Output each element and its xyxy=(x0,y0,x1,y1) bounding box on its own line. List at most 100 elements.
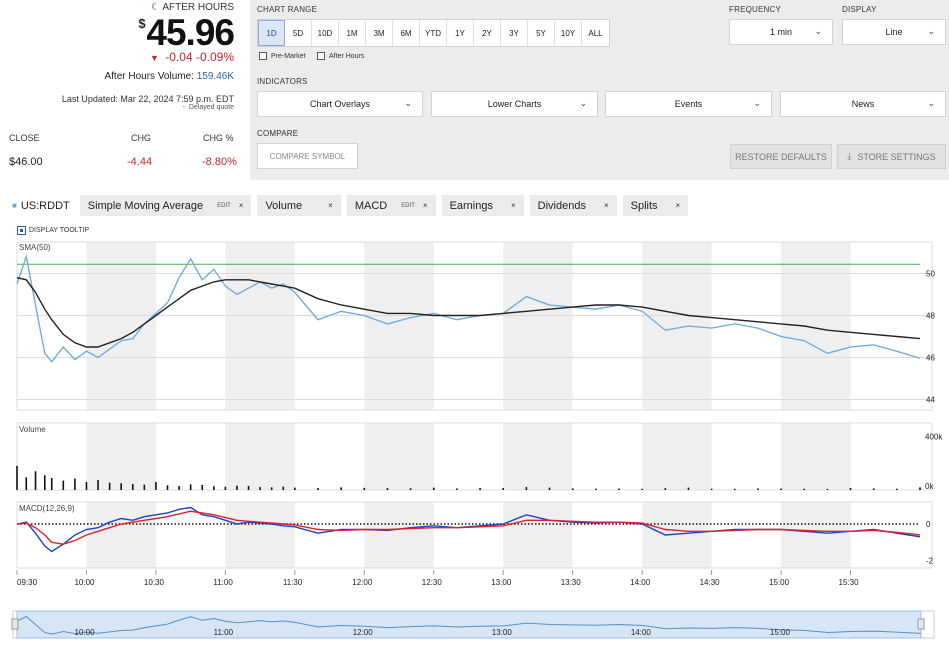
volume-bar xyxy=(50,477,53,490)
volume-bar xyxy=(757,488,759,490)
volume-bar xyxy=(456,488,458,490)
navigator-tick-label: 15:00 xyxy=(770,628,791,637)
x-tick-label: 15:00 xyxy=(769,578,790,587)
time-band xyxy=(364,423,434,490)
volume-bar xyxy=(120,483,122,490)
volume-bar xyxy=(525,487,528,490)
volume-bar xyxy=(548,487,551,490)
volume-bar xyxy=(25,477,28,490)
volume-bar xyxy=(618,488,620,490)
volume-bar xyxy=(687,487,690,490)
volume-tick-label: 400k xyxy=(925,432,943,441)
volume-bar xyxy=(34,471,37,490)
time-band xyxy=(781,423,851,490)
time-band xyxy=(642,502,712,568)
navigator-tick-label: 11:00 xyxy=(214,628,234,637)
volume-bar xyxy=(363,487,366,490)
volume-bar xyxy=(733,488,736,490)
time-band xyxy=(86,502,156,568)
time-band xyxy=(225,423,295,490)
volume-bar xyxy=(432,487,435,490)
volume-bar xyxy=(826,488,829,490)
volume-bar xyxy=(294,487,296,490)
volume-bar xyxy=(849,487,852,490)
time-band xyxy=(86,423,156,490)
volume-bar xyxy=(502,488,505,490)
volume-bar xyxy=(664,488,667,490)
x-tick-label: 09:30 xyxy=(17,578,38,587)
volume-bar xyxy=(74,478,76,490)
time-band xyxy=(364,242,434,410)
volume-bar xyxy=(213,486,215,490)
volume-bar xyxy=(155,481,157,490)
volume-bar xyxy=(201,484,204,490)
time-band xyxy=(86,242,156,410)
volume-bar xyxy=(803,488,806,490)
time-band xyxy=(503,502,573,568)
time-band xyxy=(225,502,295,568)
volume-bar xyxy=(710,488,713,490)
volume-bar xyxy=(189,484,192,490)
volume-bar xyxy=(919,487,921,490)
volume-bar xyxy=(143,484,146,490)
x-tick-label: 11:00 xyxy=(213,578,233,587)
time-band xyxy=(364,502,434,568)
navigator-tick-label: 13:00 xyxy=(492,628,513,637)
x-tick-label: 10:30 xyxy=(144,578,165,587)
volume-bar xyxy=(97,479,99,490)
x-tick-label: 12:30 xyxy=(422,578,443,587)
volume-bar xyxy=(178,485,180,490)
volume-bar xyxy=(340,487,342,490)
volume-bar xyxy=(43,475,46,490)
macd-panel-label: MACD(12,26,9) xyxy=(19,504,75,513)
volume-bar xyxy=(386,488,389,490)
volume-bar xyxy=(595,488,597,490)
volume-bar xyxy=(479,487,481,490)
stock-chart[interactable]: 50 48 46 44 SMA(50) Volume 400k 0k 0 -2 MACD(12,26… xyxy=(0,0,949,647)
time-band xyxy=(225,242,295,410)
navigator-tick-label: 14:00 xyxy=(631,628,652,637)
x-tick-label: 11:30 xyxy=(283,578,303,587)
macd-tick-label: -2 xyxy=(926,557,934,566)
y-tick-label: 44 xyxy=(926,396,935,405)
volume-tick-label: 0k xyxy=(925,482,934,491)
x-tick-label: 10:00 xyxy=(74,578,95,587)
time-band xyxy=(781,242,851,410)
navigator-tick-label: 10:00 xyxy=(75,628,96,637)
x-tick-label: 13:00 xyxy=(491,578,512,587)
volume-bar xyxy=(409,488,412,490)
volume-bar xyxy=(85,481,88,490)
navigator-left-handle xyxy=(11,618,19,630)
x-tick-label: 14:30 xyxy=(700,578,721,587)
volume-bar xyxy=(317,487,319,490)
y-tick-label: 50 xyxy=(926,270,935,279)
x-tick-label: 14:00 xyxy=(630,578,651,587)
volume-bar xyxy=(259,487,261,490)
x-tick-label: 15:30 xyxy=(839,578,860,587)
volume-bar xyxy=(571,488,574,490)
time-band xyxy=(781,502,851,568)
volume-bar xyxy=(166,485,169,490)
volume-bar xyxy=(872,488,875,490)
y-tick-label: 48 xyxy=(926,312,935,321)
time-band xyxy=(503,242,573,410)
volume-bar xyxy=(896,488,898,490)
volume-bar xyxy=(131,483,134,490)
time-band xyxy=(642,423,712,490)
volume-bar xyxy=(108,482,111,490)
time-band xyxy=(503,423,573,490)
volume-bar xyxy=(224,486,227,490)
x-tick-label: 13:30 xyxy=(561,578,582,587)
volume-panel-label: Volume xyxy=(19,425,46,434)
navigator-right-handle xyxy=(917,618,925,630)
time-band xyxy=(642,242,712,410)
y-tick-label: 46 xyxy=(926,354,935,363)
volume-bar xyxy=(641,488,643,490)
volume-bar xyxy=(780,488,782,490)
x-tick-label: 12:00 xyxy=(352,578,373,587)
volume-bar xyxy=(282,486,285,490)
macd-tick-label: 0 xyxy=(926,520,931,529)
volume-bar xyxy=(247,485,250,490)
price-panel-label: SMA(50) xyxy=(19,243,51,252)
volume-bar xyxy=(62,480,65,490)
